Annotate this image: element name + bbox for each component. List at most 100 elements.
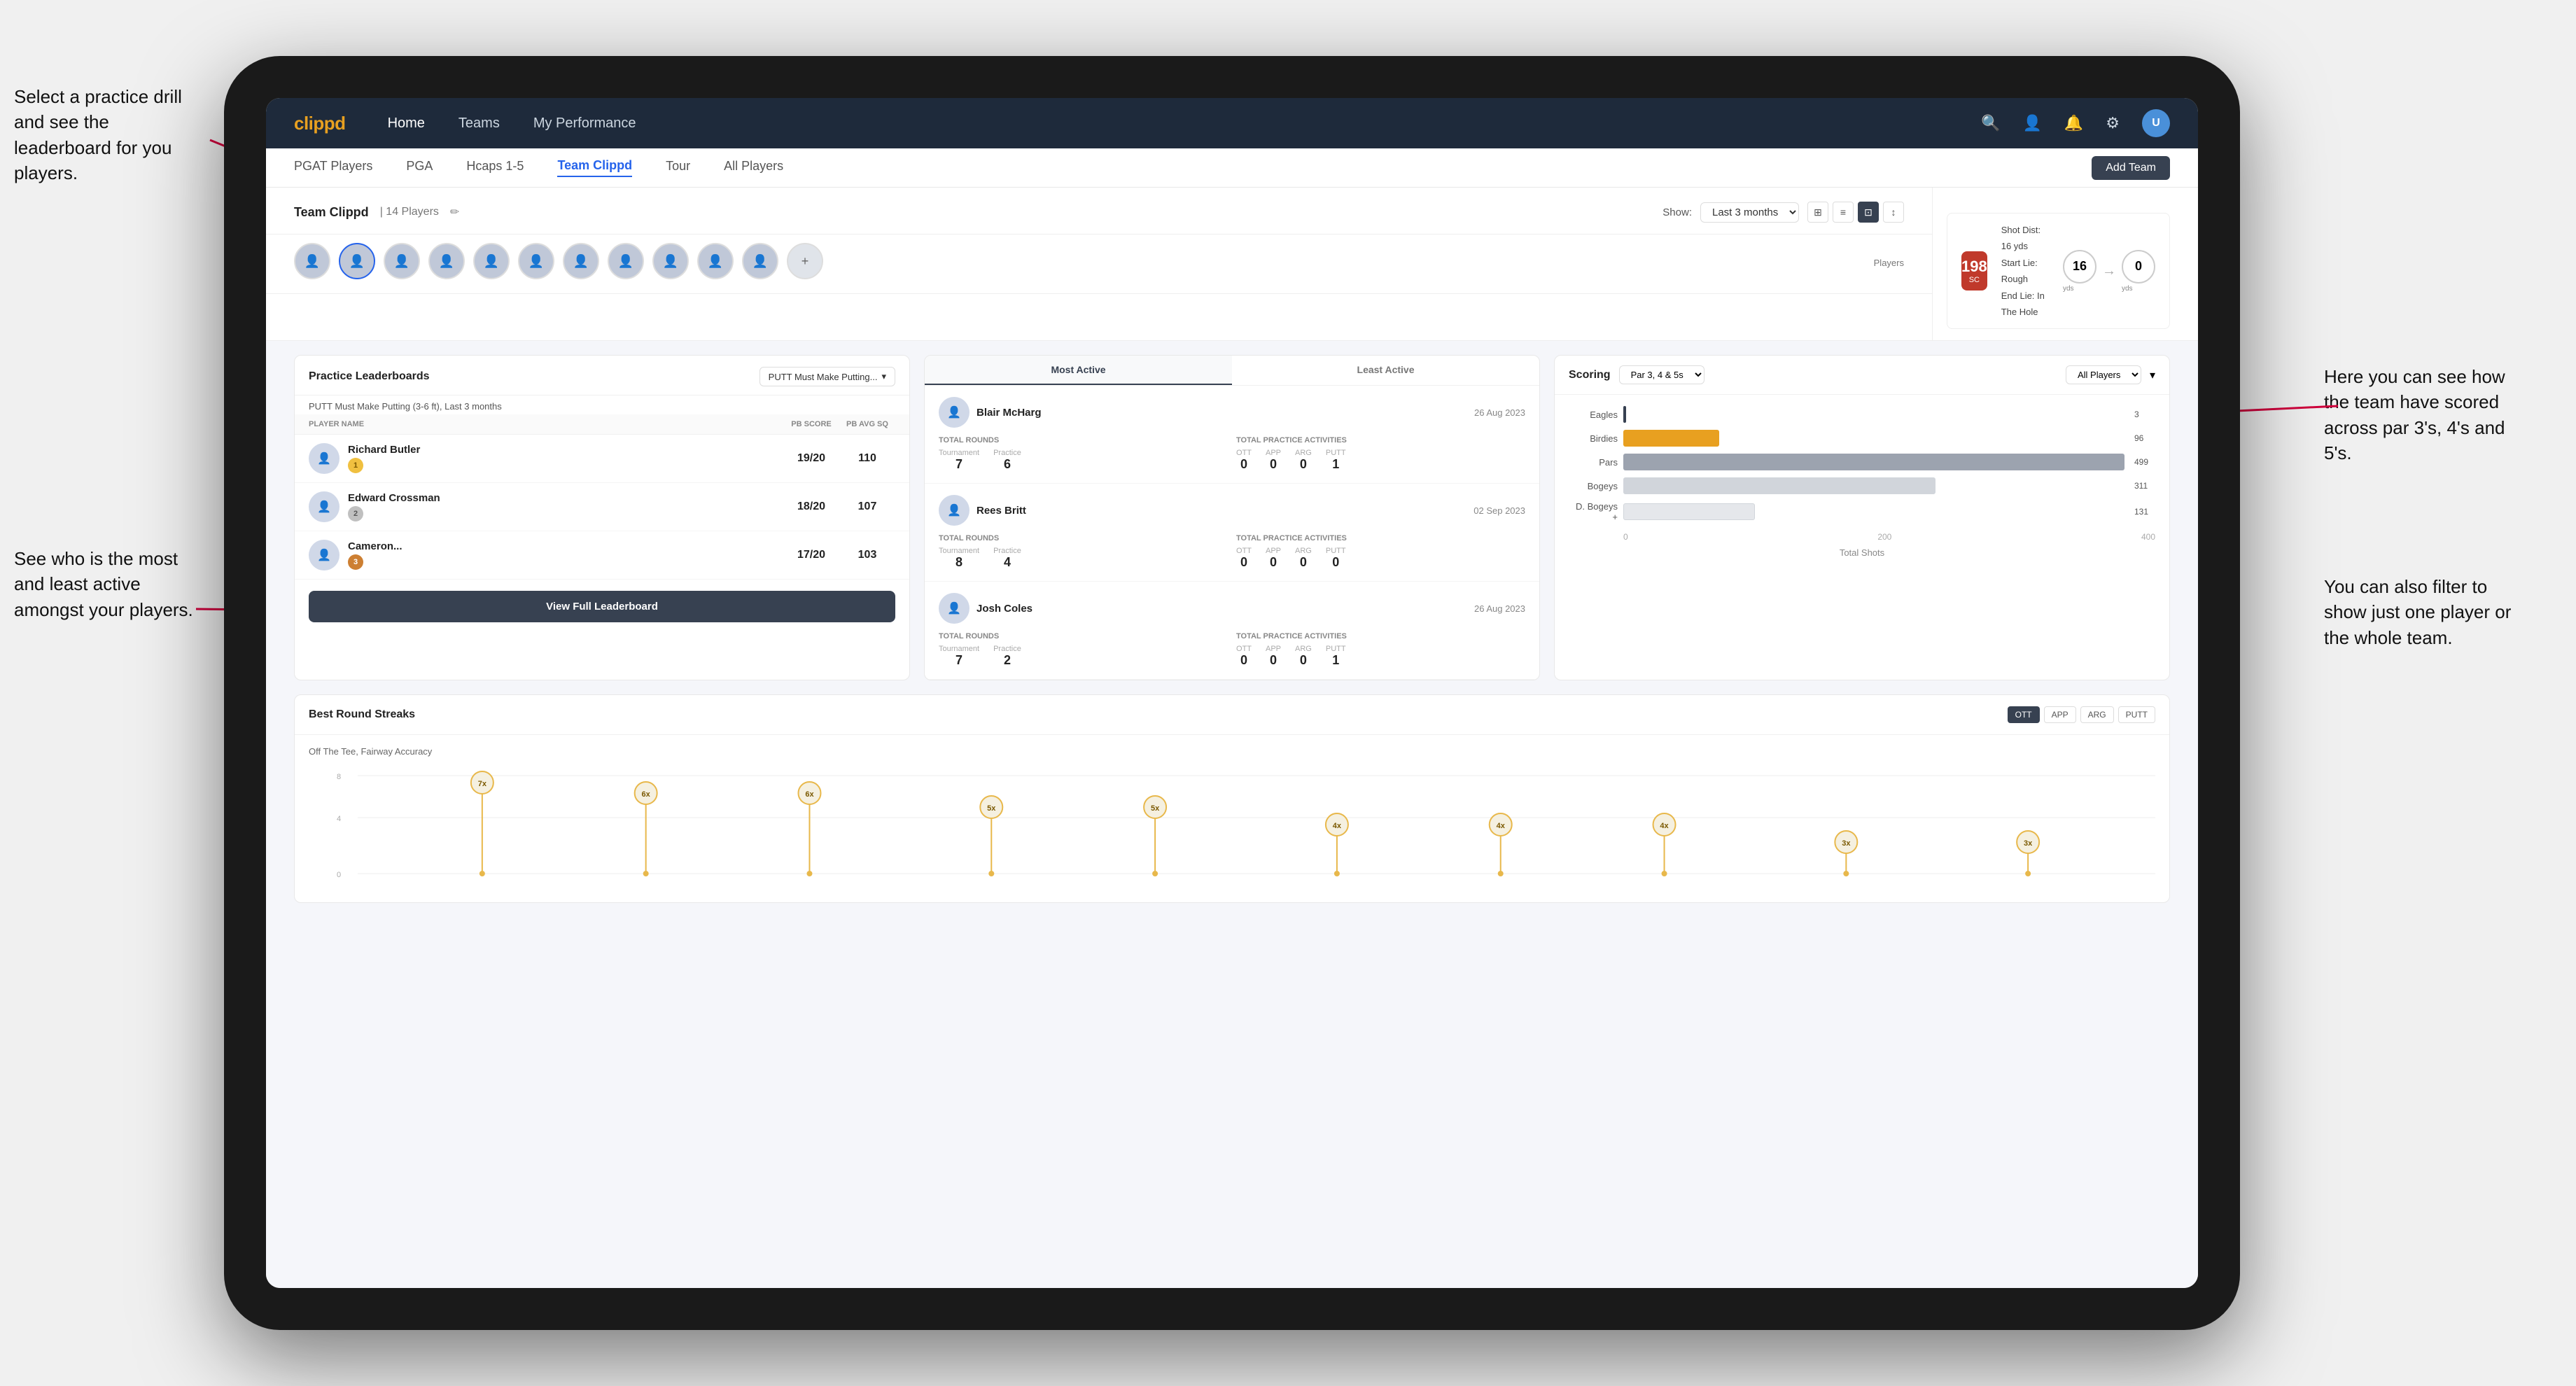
view-grid-icon[interactable]: ⊞: [1807, 202, 1828, 223]
scoring-card: Scoring Par 3, 4 & 5s Par 3s Par 4s Par …: [1554, 355, 2170, 680]
sub-nav-tour[interactable]: Tour: [666, 159, 690, 176]
player-avatar-10[interactable]: 👤: [697, 243, 734, 279]
svg-text:6x: 6x: [642, 790, 651, 799]
player-avatar-1[interactable]: 👤: [294, 243, 330, 279]
scoring-filter-par[interactable]: Par 3, 4 & 5s Par 3s Par 4s Par 5s: [1619, 365, 1704, 384]
cards-grid: Practice Leaderboards PUTT Must Make Put…: [266, 341, 2198, 694]
streak-filter-arg[interactable]: ARG: [2080, 706, 2114, 723]
shot-circle-2: 0: [2122, 250, 2155, 284]
player-avatar-11[interactable]: 👤: [742, 243, 778, 279]
add-team-button[interactable]: Add Team: [2092, 156, 2170, 180]
player-avatar-9[interactable]: 👤: [652, 243, 689, 279]
main-content: Team Clippd | 14 Players ✏ Show: Last 3 …: [266, 188, 2198, 1288]
player-avatar-7[interactable]: 👤: [563, 243, 599, 279]
player-avatar-4[interactable]: 👤: [428, 243, 465, 279]
chart-x-label: Total Shots: [1569, 547, 2155, 558]
streaks-filters: OTT APP ARG PUTT: [2008, 706, 2155, 723]
practice-col-3: Practice 2: [993, 645, 1021, 668]
chart-row-eagles: Eagles 3: [1569, 406, 2155, 423]
view-table-icon[interactable]: ≡: [1833, 202, 1854, 223]
total-rounds-group-2: Total Rounds Tournament 8 Practice 4: [939, 534, 1228, 570]
shot-info-section: 198 SC Shot Dist: 16 yds Start Lie: Roug…: [1932, 188, 2198, 340]
app-col-3: APP 0: [1266, 645, 1281, 668]
leaderboard-filter[interactable]: PUTT Must Make Putting... ▾: [760, 367, 895, 386]
person-icon[interactable]: 👤: [2022, 114, 2041, 132]
arg-col-2: ARG 0: [1295, 547, 1312, 570]
putt-col: PUTT 1: [1326, 449, 1346, 472]
practice-activities-label-3: Total Practice Activities: [1236, 632, 1525, 640]
players-strip: 👤 👤 👤 👤 👤 👤 👤 👤 👤 👤 👤 +: [266, 234, 1932, 294]
practice-values: OTT 0 APP 0 ARG 0: [1236, 449, 1525, 472]
nav-teams[interactable]: Teams: [458, 115, 500, 132]
arg-col-3: ARG 0: [1295, 645, 1312, 668]
tournament-col: Tournament 7: [939, 449, 979, 472]
putt-col-3: PUTT 1: [1326, 645, 1346, 668]
sub-nav-hcaps[interactable]: Hcaps 1-5: [466, 159, 524, 176]
player-avatar-6[interactable]: 👤: [518, 243, 554, 279]
view-full-leaderboard-button[interactable]: View Full Leaderboard: [309, 591, 895, 622]
view-list-icon[interactable]: ↕: [1883, 202, 1904, 223]
streaks-title: Best Round Streaks: [309, 708, 415, 721]
leaderboard-table-header: PLAYER NAME PB SCORE PB AVG SQ: [295, 414, 909, 435]
practice-activities-group-2: Total Practice Activities OTT 0 APP 0: [1236, 534, 1525, 570]
tab-least-active[interactable]: Least Active: [1232, 356, 1539, 385]
annotation-top-right: Here you can see how the team have score…: [2324, 364, 2534, 466]
sub-nav-pga[interactable]: PGA: [406, 159, 433, 176]
chart-label-bogeys: Bogeys: [1569, 481, 1618, 491]
player-avatar-2[interactable]: 👤: [339, 243, 375, 279]
player-score-1: 19/20: [783, 452, 839, 465]
player-avatar-8[interactable]: 👤: [608, 243, 644, 279]
top-section: Team Clippd | 14 Players ✏ Show: Last 3 …: [266, 188, 2198, 341]
nav-my-performance[interactable]: My Performance: [533, 115, 636, 132]
chart-x-axis: 0 200 400: [1569, 529, 2155, 542]
player-avatar-5[interactable]: 👤: [473, 243, 510, 279]
activity-avatar-3: 👤: [939, 593, 969, 624]
show-select[interactable]: Last 3 months Last 6 months Last year: [1700, 202, 1799, 223]
streak-filter-ott[interactable]: OTT: [2008, 706, 2040, 723]
player-avatar-all[interactable]: +: [787, 243, 823, 279]
chart-bar-container-eagles: [1623, 406, 2124, 423]
player-row-avatar-2: 👤: [309, 491, 340, 522]
view-card-icon[interactable]: ⊡: [1858, 202, 1879, 223]
shot-card: 198 SC Shot Dist: 16 yds Start Lie: Roug…: [1947, 213, 2170, 329]
bell-icon[interactable]: 🔔: [2064, 114, 2083, 132]
sub-nav-team-clippd[interactable]: Team Clippd: [557, 158, 632, 177]
sub-nav: PGAT Players PGA Hcaps 1-5 Team Clippd T…: [266, 148, 2198, 188]
activity-player-2: 👤 Rees Britt 02 Sep 2023 Total Rounds To…: [925, 484, 1539, 582]
chart-row-dbogeys: D. Bogeys + 131: [1569, 501, 2155, 522]
user-avatar[interactable]: U: [2142, 109, 2170, 137]
edit-icon[interactable]: ✏: [450, 205, 459, 219]
sub-nav-all-players[interactable]: All Players: [724, 159, 783, 176]
activity-date-2: 02 Sep 2023: [1474, 505, 1525, 516]
chevron-down-icon: ▾: [881, 371, 886, 382]
ott-col: OTT 0: [1236, 449, 1252, 472]
player-score-3: 17/20: [783, 549, 839, 561]
sub-nav-pgat[interactable]: PGAT Players: [294, 159, 372, 176]
scoring-filter-player[interactable]: All Players: [2066, 365, 2141, 384]
streak-filter-putt[interactable]: PUTT: [2118, 706, 2155, 723]
svg-text:4: 4: [337, 815, 341, 823]
practice-leaderboard-card: Practice Leaderboards PUTT Must Make Put…: [294, 355, 910, 680]
putt-col-2: PUTT 0: [1326, 547, 1346, 570]
search-icon[interactable]: 🔍: [1981, 114, 2000, 132]
rank-badge-2: 2: [348, 506, 363, 522]
activity-tabs: Most Active Least Active: [925, 356, 1539, 386]
show-controls: Show: Last 3 months Last 6 months Last y…: [1662, 202, 1904, 223]
svg-text:4x: 4x: [1497, 822, 1506, 830]
shot-info-text: Shot Dist: 16 yds Start Lie: Rough End L…: [2001, 222, 2049, 320]
streaks-subtitle: Off The Tee, Fairway Accuracy: [309, 746, 2155, 757]
leaderboard-subtitle: PUTT Must Make Putting (3-6 ft), Last 3 …: [295, 396, 909, 414]
player-avatar-3[interactable]: 👤: [384, 243, 420, 279]
leaderboard-card-header: Practice Leaderboards PUTT Must Make Put…: [295, 356, 909, 396]
chart-label-dbogeys: D. Bogeys +: [1569, 501, 1618, 522]
tab-most-active[interactable]: Most Active: [925, 356, 1232, 385]
activity-avatar-1: 👤: [939, 397, 969, 428]
total-rounds-label-3: Total Rounds: [939, 632, 1228, 640]
streak-filter-app[interactable]: APP: [2044, 706, 2076, 723]
chart-bar-bogeys: [1623, 477, 1935, 494]
nav-home[interactable]: Home: [388, 115, 425, 132]
settings-icon[interactable]: ⚙: [2106, 114, 2120, 132]
activity-card: Most Active Least Active 👤 Blair McHarg …: [924, 355, 1540, 680]
leaderboard-title: Practice Leaderboards: [309, 370, 430, 383]
rounds-values-3: Tournament 7 Practice 2: [939, 645, 1228, 668]
